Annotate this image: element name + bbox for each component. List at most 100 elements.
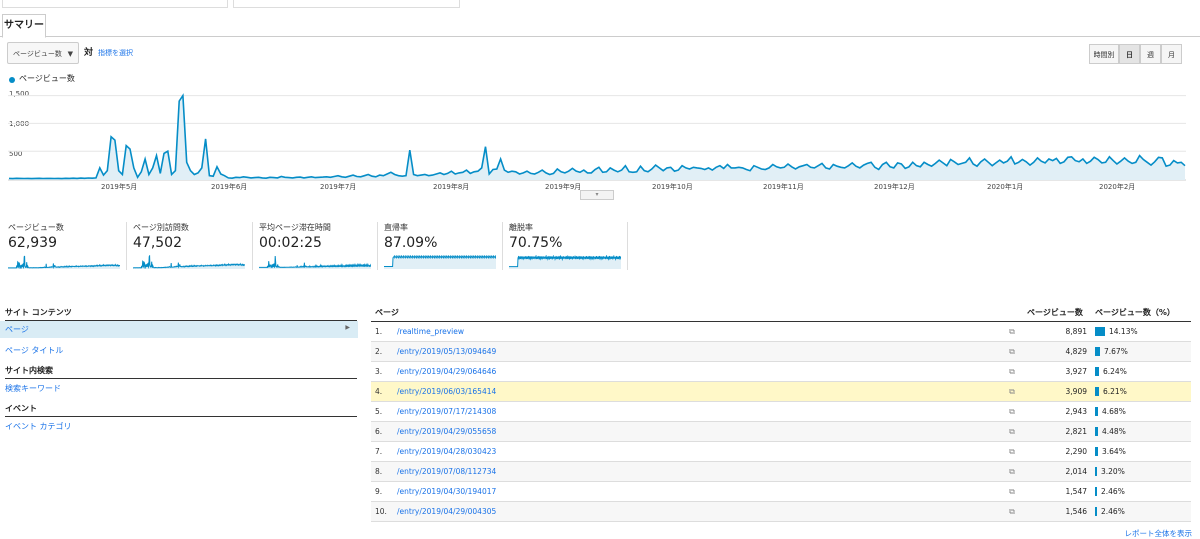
- scorecard-label: ページ別訪問数: [133, 223, 189, 232]
- pct-value: 6.24%: [1103, 366, 1127, 376]
- granularity-daily-button[interactable]: 日: [1119, 44, 1140, 64]
- table-row[interactable]: 4./entry/2019/06/03/165414 ⧉ 3,909 6.21%: [371, 381, 1191, 402]
- metric-dropdown[interactable]: ページビュー数 ▼: [7, 42, 79, 64]
- open-page-icon[interactable]: ⧉: [1001, 381, 1023, 402]
- x-tick-label: 2020年2月: [1099, 183, 1136, 191]
- page-path-link[interactable]: /entry/2019/07/08/112734: [393, 461, 1001, 482]
- sparkline-line: [259, 255, 371, 269]
- row-number: 7.: [371, 441, 393, 462]
- sidebar-item-event-category[interactable]: イベント カテゴリ: [5, 421, 72, 432]
- pct-bar: [1095, 467, 1097, 477]
- sparkline-avg-time: [259, 255, 371, 269]
- open-page-icon[interactable]: ⧉: [1001, 341, 1023, 362]
- scorecard-divider: [377, 222, 378, 270]
- x-tick-label: 2020年1月: [987, 183, 1024, 191]
- open-page-icon[interactable]: ⧉: [1001, 461, 1023, 482]
- open-page-icon[interactable]: ⧉: [1001, 321, 1023, 342]
- col-header-pageviews-pct[interactable]: ページビュー数（%）: [1091, 303, 1191, 322]
- row-number: 6.: [371, 421, 393, 442]
- sidebar-item-page[interactable]: ページ ▶: [0, 321, 358, 338]
- page-path-link[interactable]: /entry/2019/04/29/004305: [393, 501, 1001, 522]
- table-row[interactable]: 9./entry/2019/04/30/194017 ⧉ 1,547 2.46%: [371, 481, 1191, 502]
- select-metric-link[interactable]: 指標を選択: [98, 48, 133, 58]
- pageviews-value: 2,290: [1023, 441, 1091, 462]
- sparkline-exit-rate: [509, 255, 621, 269]
- pct-bar: [1095, 427, 1098, 437]
- page-path-link[interactable]: /entry/2019/07/17/214308: [393, 401, 1001, 422]
- row-number: 5.: [371, 401, 393, 422]
- scorecard-divider: [252, 222, 253, 270]
- pageviews-pct-cell: 2.46%: [1091, 501, 1191, 522]
- table-row[interactable]: 3./entry/2019/04/29/064646 ⧉ 3,927 6.24%: [371, 361, 1191, 382]
- table-row[interactable]: 2./entry/2019/05/13/094649 ⧉ 4,829 7.67%: [371, 341, 1191, 362]
- pageviews-value: 2,014: [1023, 461, 1091, 482]
- sidebar-item-page-title[interactable]: ページ タイトル: [5, 345, 63, 356]
- tab-summary[interactable]: サマリー: [2, 14, 46, 38]
- row-number: 10.: [371, 501, 393, 522]
- pageviews-pct-cell: 4.68%: [1091, 401, 1191, 422]
- page-path-link[interactable]: /entry/2019/04/29/055658: [393, 421, 1001, 442]
- sidebar-item-search-keyword[interactable]: 検索キーワード: [5, 383, 61, 394]
- pageviews-pct-cell: 6.24%: [1091, 361, 1191, 382]
- events-heading: イベント: [5, 403, 357, 417]
- page-path-link[interactable]: /realtime_preview: [393, 321, 1001, 342]
- x-tick-label: 2019年5月: [101, 183, 138, 191]
- page-path-link[interactable]: /entry/2019/04/28/030423: [393, 441, 1001, 462]
- table-row[interactable]: 8./entry/2019/07/08/112734 ⧉ 2,014 3.20%: [371, 461, 1191, 482]
- x-tick-label: 2019年6月: [211, 183, 248, 191]
- sparkline-bounce-rate: [384, 255, 496, 269]
- granularity-monthly-button[interactable]: 月: [1161, 44, 1182, 64]
- pageviews-value: 3,909: [1023, 381, 1091, 402]
- date-range-box[interactable]: [2, 0, 228, 8]
- open-page-icon[interactable]: ⧉: [1001, 501, 1023, 522]
- row-number: 4.: [371, 381, 393, 402]
- tab-divider: [0, 36, 1200, 37]
- open-page-icon[interactable]: ⧉: [1001, 441, 1023, 462]
- sparkline-unique-pageviews: [133, 255, 245, 269]
- open-page-icon[interactable]: ⧉: [1001, 421, 1023, 442]
- scorecard-value: 87.09%: [384, 235, 438, 251]
- pct-value: 14.13%: [1109, 326, 1138, 336]
- table-row[interactable]: 10./entry/2019/04/29/004305 ⧉ 1,546 2.46%: [371, 501, 1191, 522]
- open-page-icon[interactable]: ⧉: [1001, 361, 1023, 382]
- scorecard-divider: [627, 222, 628, 270]
- segment-box[interactable]: [233, 0, 460, 8]
- pageviews-pct-cell: 3.20%: [1091, 461, 1191, 482]
- view-full-report-link[interactable]: レポート全体を表示: [1125, 528, 1193, 539]
- pageviews-pct-cell: 3.64%: [1091, 441, 1191, 462]
- site-search-heading: サイト内検索: [5, 365, 357, 379]
- pct-bar: [1095, 347, 1100, 357]
- chevron-down-icon: ▼: [67, 50, 73, 58]
- scorecard-divider: [502, 222, 503, 270]
- page-path-link[interactable]: /entry/2019/04/30/194017: [393, 481, 1001, 502]
- pct-bar: [1095, 407, 1098, 417]
- pageviews-value: 2,943: [1023, 401, 1091, 422]
- pages-table: ページ ページビュー数 ページビュー数（%） 1./realtime_previ…: [371, 303, 1191, 522]
- scorecard-label: 平均ページ滞在時間: [259, 223, 331, 232]
- table-row[interactable]: 7./entry/2019/04/28/030423 ⧉ 2,290 3.64%: [371, 441, 1191, 462]
- scorecard-divider: [126, 222, 127, 270]
- granularity-weekly-button[interactable]: 週: [1140, 44, 1161, 64]
- open-page-icon[interactable]: ⧉: [1001, 401, 1023, 422]
- pageviews-line-chart[interactable]: [8, 86, 1186, 181]
- pageviews-pct-cell: 7.67%: [1091, 341, 1191, 362]
- table-row[interactable]: 1./realtime_preview ⧉ 8,891 14.13%: [371, 321, 1191, 342]
- col-header-pageviews[interactable]: ページビュー数: [1023, 303, 1091, 322]
- page-path-link[interactable]: /entry/2019/04/29/064646: [393, 361, 1001, 382]
- open-page-icon[interactable]: ⧉: [1001, 481, 1023, 502]
- series-legend-label: ページビュー数: [19, 74, 75, 83]
- x-tick-label: 2019年8月: [433, 183, 470, 191]
- page-path-link[interactable]: /entry/2019/06/03/165414: [393, 381, 1001, 402]
- pct-value: 4.68%: [1102, 406, 1126, 416]
- page-path-link[interactable]: /entry/2019/05/13/094649: [393, 341, 1001, 362]
- pct-bar: [1095, 507, 1097, 517]
- table-row[interactable]: 6./entry/2019/04/29/055658 ⧉ 2,821 4.48%: [371, 421, 1191, 442]
- granularity-hourly-button[interactable]: 時間別: [1089, 44, 1119, 64]
- pct-value: 6.21%: [1103, 386, 1127, 396]
- chart-resize-handle[interactable]: ▾: [580, 190, 614, 200]
- chevron-right-icon: ▶: [345, 324, 350, 331]
- pct-bar: [1095, 447, 1098, 457]
- table-row[interactable]: 5./entry/2019/07/17/214308 ⧉ 2,943 4.68%: [371, 401, 1191, 422]
- row-number: 1.: [371, 321, 393, 342]
- col-header-page[interactable]: ページ: [371, 303, 1001, 322]
